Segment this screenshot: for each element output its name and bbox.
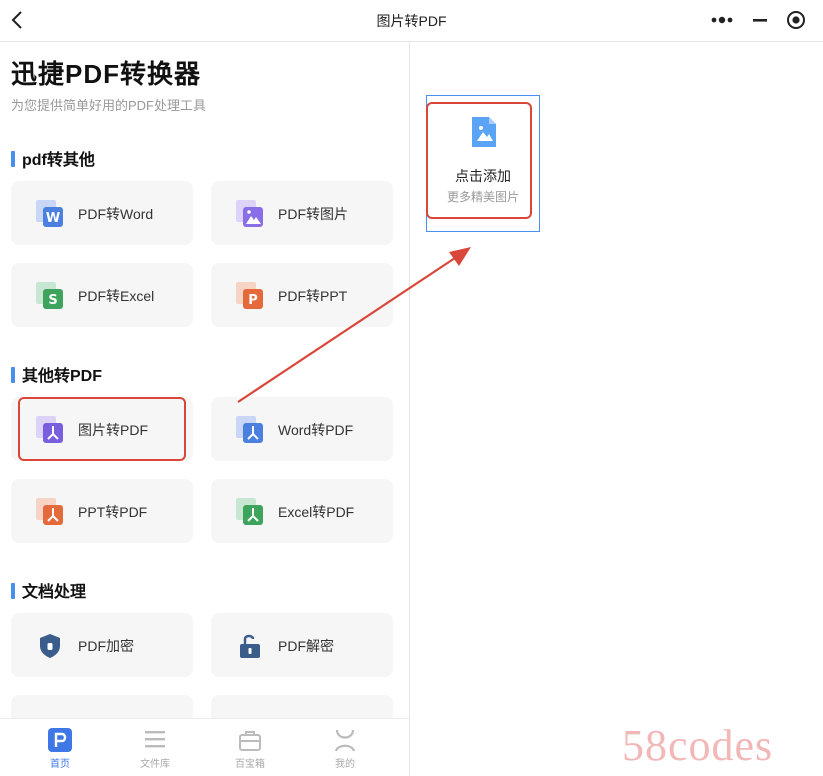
svg-text:P: P <box>248 293 258 308</box>
pdf-icon <box>36 498 63 525</box>
section-marker <box>11 583 15 599</box>
watermark-text: 58codes <box>622 721 774 770</box>
list-icon <box>145 731 165 748</box>
word-icon: W <box>36 200 63 227</box>
card-pdf-to-excel[interactable]: S PDF转Excel <box>11 263 193 327</box>
nav-home[interactable]: 首页 <box>30 727 90 770</box>
svg-text:W: W <box>46 211 60 226</box>
nav-toolbox[interactable]: 百宝箱 <box>220 727 280 770</box>
nav-label: 文件库 <box>140 759 170 770</box>
section-title-label: pdf转其他 <box>22 152 95 169</box>
highlight-box-add <box>426 102 532 219</box>
section-title-label: 其他转PDF <box>22 368 103 385</box>
minimize-icon[interactable] <box>750 12 770 28</box>
svg-text:S: S <box>48 293 57 308</box>
app-subtitle: 为您提供简单好用的PDF处理工具 <box>11 98 207 113</box>
close-target-icon[interactable] <box>786 10 806 30</box>
card-label: PDF转图片 <box>278 206 348 222</box>
shield-icon <box>40 634 60 658</box>
user-icon <box>334 729 356 752</box>
highlight-box-image-to-pdf <box>18 397 186 461</box>
section-marker <box>11 367 15 383</box>
card-label: PDF转PPT <box>278 288 348 304</box>
section-title-pdf-to-other: pdf转其他 <box>11 146 95 170</box>
card-pdf-to-image[interactable]: PDF转图片 <box>211 181 393 245</box>
card-pdf-to-word[interactable]: W PDF转Word <box>11 181 193 245</box>
image-icon <box>236 200 263 227</box>
bottom-navigation: 首页 文件库 百宝箱 我的 <box>0 718 409 776</box>
card-label: Excel转PDF <box>278 504 355 520</box>
window-title: 图片转PDF <box>376 13 447 29</box>
card-pdf-decrypt[interactable]: PDF解密 <box>211 613 393 677</box>
card-label: PDF解密 <box>278 638 334 654</box>
card-label: PDF加密 <box>78 638 134 654</box>
card-label: PDF转Word <box>78 206 154 222</box>
section-title-label: 文档处理 <box>22 584 87 601</box>
unlock-icon <box>240 634 260 658</box>
section-title-other-to-pdf: 其他转PDF <box>11 362 102 386</box>
more-options-icon[interactable] <box>710 12 734 28</box>
card-excel-to-pdf[interactable]: Excel转PDF <box>211 479 393 543</box>
nav-label: 百宝箱 <box>235 759 265 770</box>
section-title-document-processing: 文档处理 <box>11 578 86 602</box>
nav-label: 首页 <box>50 759 70 770</box>
card-label: Word转PDF <box>278 422 354 438</box>
ppt-icon: P <box>236 282 263 309</box>
card-ppt-to-pdf[interactable]: PPT转PDF <box>11 479 193 543</box>
pdf-icon <box>236 498 263 525</box>
home-icon <box>48 728 72 752</box>
title-bar: 图片转PDF <box>0 0 823 42</box>
section-marker <box>11 151 15 167</box>
app-title: 迅捷PDF转换器 <box>11 59 202 89</box>
excel-icon: S <box>36 282 63 309</box>
nav-label: 我的 <box>335 759 355 770</box>
card-pdf-to-ppt[interactable]: P PDF转PPT <box>211 263 393 327</box>
pdf-icon <box>236 416 263 443</box>
card-word-to-pdf[interactable]: Word转PDF <box>211 397 393 461</box>
nav-file-library[interactable]: 文件库 <box>125 727 185 770</box>
toolbox-icon <box>239 731 261 751</box>
tool-list-panel: 迅捷PDF转换器 为您提供简单好用的PDF处理工具 pdf转其他 W PDF转W… <box>0 42 410 776</box>
nav-mine[interactable]: 我的 <box>315 727 375 770</box>
card-pdf-encrypt[interactable]: PDF加密 <box>11 613 193 677</box>
card-label: PPT转PDF <box>78 504 148 520</box>
card-label: PDF转Excel <box>78 288 155 304</box>
